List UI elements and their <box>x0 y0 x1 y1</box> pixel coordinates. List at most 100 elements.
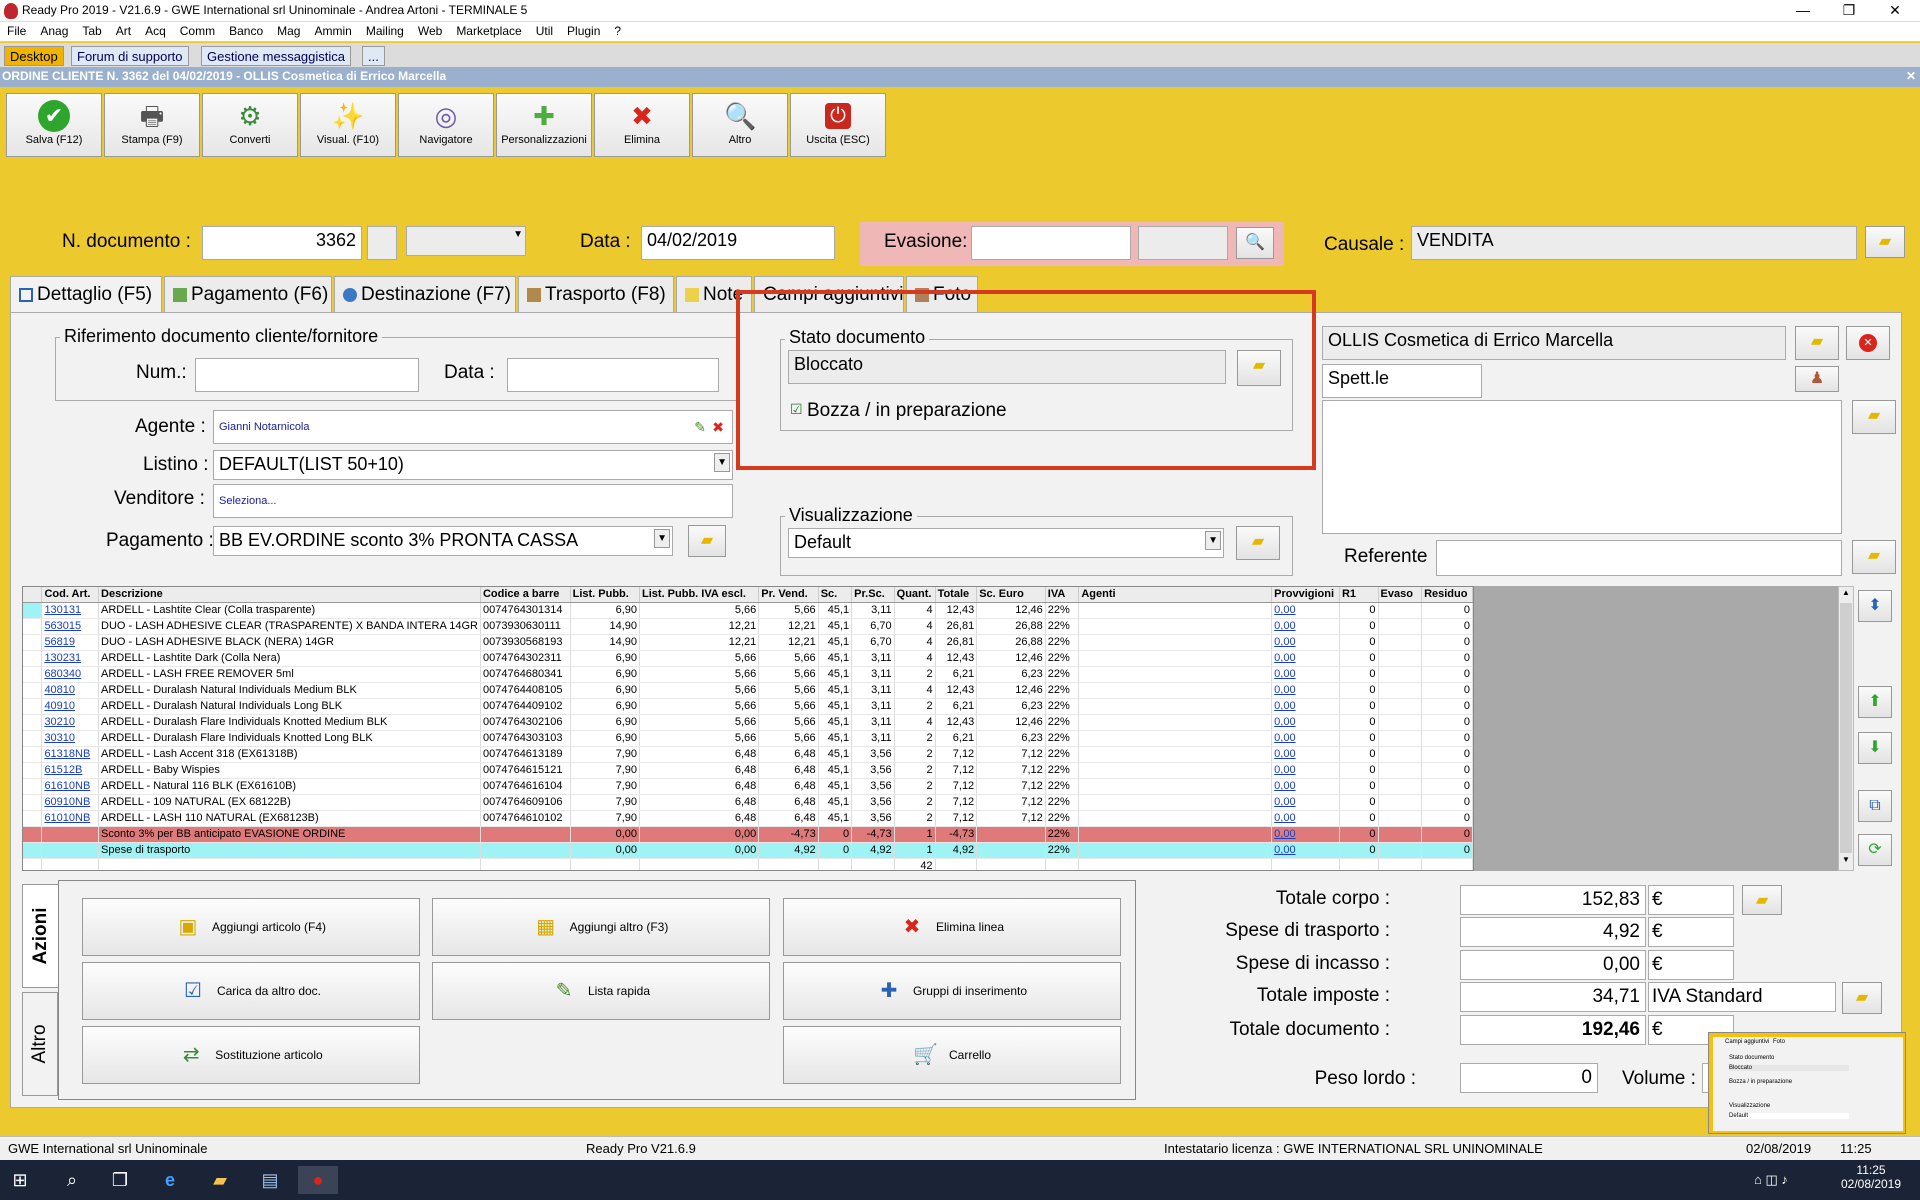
tab-desktop[interactable]: Desktop <box>4 46 64 66</box>
maximize-button[interactable]: ❐ <box>1826 0 1872 22</box>
table-cell[interactable]: 0 <box>1339 714 1379 731</box>
row-selector[interactable] <box>23 650 43 667</box>
table-cell[interactable] <box>1078 666 1273 683</box>
table-cell[interactable]: 26,81 <box>935 618 978 635</box>
table-cell[interactable]: 5,66 <box>639 698 760 715</box>
menu-comm[interactable]: Comm <box>173 22 222 38</box>
ref-date-field[interactable] <box>507 358 719 392</box>
table-cell[interactable]: 6,48 <box>758 762 819 779</box>
task-view-icon[interactable]: ❐ <box>100 1166 140 1194</box>
table-row[interactable]: 30210 ARDELL - Duralash Flare Individuals… <box>23 714 1473 731</box>
row-selector[interactable] <box>23 746 43 763</box>
table-cell[interactable]: 0074764615121 <box>480 762 571 779</box>
table-cell[interactable]: 40810 <box>41 682 100 699</box>
app-window-icon[interactable]: ▤ <box>250 1166 290 1194</box>
peso-lordo-value[interactable]: 0 <box>1460 1063 1598 1093</box>
table-cell[interactable]: 0 <box>1339 682 1379 699</box>
table-cell[interactable] <box>41 842 100 859</box>
causale-field[interactable]: VENDITA <box>1411 226 1857 260</box>
cliente-folder-button[interactable]: ▰ <box>1795 326 1839 360</box>
table-row[interactable]: 61512B ARDELL - Baby Wispies 0074764615121… <box>23 762 1473 779</box>
table-cell[interactable]: 6,90 <box>570 602 641 619</box>
table-cell[interactable]: 7,12 <box>976 794 1046 811</box>
move-up-button[interactable]: ⬆ <box>1858 686 1892 718</box>
table-cell[interactable]: 0073930568193 <box>480 634 571 651</box>
table-cell[interactable]: 4 <box>894 602 936 619</box>
table-cell[interactable]: 6,21 <box>935 666 978 683</box>
grid-scrollbar[interactable]: ▲ ▼ <box>1838 586 1854 871</box>
grid-header-cell[interactable]: Quant. <box>894 587 936 603</box>
grid-header-cell[interactable]: Agenti <box>1078 587 1273 603</box>
table-cell[interactable]: 45,1 <box>818 618 853 635</box>
quick-list-button[interactable]: ✎ Lista rapida <box>432 962 770 1020</box>
table-cell[interactable]: 6,90 <box>570 730 641 747</box>
table-cell[interactable]: 0,00 <box>1271 842 1340 859</box>
table-cell[interactable]: 0,00 <box>1271 650 1340 667</box>
table-cell[interactable] <box>1378 714 1423 731</box>
listino-select[interactable]: DEFAULT(LIST 50+10) ▼ <box>213 450 733 480</box>
table-cell[interactable]: -4,73 <box>935 826 978 843</box>
venditore-field[interactable]: Seleziona... <box>213 484 733 518</box>
customizations-button[interactable]: ✚ Personalizzazioni <box>496 93 592 157</box>
dropdown-arrow-icon[interactable]: ▼ <box>714 453 730 472</box>
table-cell[interactable]: 7,90 <box>570 794 641 811</box>
table-cell[interactable]: 0,00 <box>1271 826 1340 843</box>
table-cell[interactable]: 0,00 <box>570 842 641 859</box>
table-cell[interactable]: 12,46 <box>976 650 1046 667</box>
table-cell[interactable]: 22% <box>1045 714 1080 731</box>
table-cell[interactable]: 0074764303103 <box>480 730 571 747</box>
visualizzazione-folder-button[interactable]: ▰ <box>1236 526 1280 560</box>
menu-plugin[interactable]: Plugin <box>560 22 607 38</box>
table-cell[interactable]: 7,12 <box>935 778 978 795</box>
table-cell[interactable]: 0,00 <box>639 842 760 859</box>
table-cell[interactable]: 22% <box>1045 778 1080 795</box>
table-cell[interactable]: 12,43 <box>935 682 978 699</box>
row-selector[interactable] <box>23 794 43 811</box>
table-cell[interactable]: 12,43 <box>935 650 978 667</box>
clock[interactable]: 11:25 02/08/2019 <box>1838 1163 1904 1191</box>
table-cell[interactable] <box>1378 762 1423 779</box>
load-from-doc-button[interactable]: ☑ Carica da altro doc. <box>82 962 420 1020</box>
table-cell[interactable]: 6,90 <box>570 682 641 699</box>
table-cell[interactable]: 22% <box>1045 602 1080 619</box>
table-cell[interactable]: 12,46 <box>976 602 1046 619</box>
table-row[interactable]: 30310 ARDELL - Duralash Flare Individuals… <box>23 730 1473 747</box>
tab-trasporto[interactable]: Trasporto (F8) <box>518 276 674 312</box>
evasione-search-button[interactable]: 🔍 <box>1236 227 1274 259</box>
table-cell[interactable] <box>1378 602 1423 619</box>
table-cell[interactable]: ARDELL - Lash Accent 318 (EX61318B) <box>98 746 481 763</box>
table-cell[interactable]: 0074764609106 <box>480 794 571 811</box>
totals-folder-button[interactable]: ▰ <box>1742 885 1782 915</box>
table-cell[interactable]: 3,56 <box>851 778 895 795</box>
table-cell[interactable]: Sconto 3% per BB anticipato EVASIONE ORD… <box>98 826 481 843</box>
table-cell[interactable] <box>1078 730 1273 747</box>
table-cell[interactable]: 6,48 <box>639 810 760 827</box>
tray-icons[interactable]: ⌂ ◫ ♪ <box>1754 1172 1788 1188</box>
menu-help[interactable]: ? <box>607 22 628 38</box>
cliente-person-button[interactable]: ♟ <box>1795 366 1839 392</box>
table-cell[interactable]: 2 <box>894 762 936 779</box>
table-cell[interactable] <box>1078 762 1273 779</box>
grid-header-cell[interactable]: Evaso <box>1378 587 1423 603</box>
table-cell[interactable]: 0074764409102 <box>480 698 571 715</box>
table-cell[interactable]: 6,90 <box>570 650 641 667</box>
table-cell[interactable] <box>1378 618 1423 635</box>
table-cell[interactable]: 7,90 <box>570 762 641 779</box>
table-cell[interactable]: ARDELL - Duralash Natural Individuals Lo… <box>98 698 481 715</box>
table-cell[interactable]: 3,11 <box>851 650 895 667</box>
menu-marketplace[interactable]: Marketplace <box>449 22 528 38</box>
table-cell[interactable] <box>1078 794 1273 811</box>
table-cell[interactable]: 7,12 <box>935 810 978 827</box>
table-cell[interactable]: 0074764302106 <box>480 714 571 731</box>
table-cell[interactable]: 0,00 <box>1271 778 1340 795</box>
table-cell[interactable]: 45,1 <box>818 698 853 715</box>
table-row[interactable]: 130231 ARDELL - Lashtite Dark (Colla Nera… <box>23 650 1473 667</box>
table-cell[interactable]: 0,00 <box>639 826 760 843</box>
table-cell[interactable]: 7,12 <box>976 778 1046 795</box>
table-cell[interactable]: ARDELL - Duralash Flare Individuals Knot… <box>98 714 481 731</box>
menu-acq[interactable]: Acq <box>138 22 173 38</box>
referente-field[interactable] <box>1436 540 1842 576</box>
table-row[interactable]: 61010NB ARDELL - LASH 110 NATURAL (EX6812… <box>23 810 1473 827</box>
table-cell[interactable]: 0 <box>1339 698 1379 715</box>
table-cell[interactable] <box>1078 778 1273 795</box>
